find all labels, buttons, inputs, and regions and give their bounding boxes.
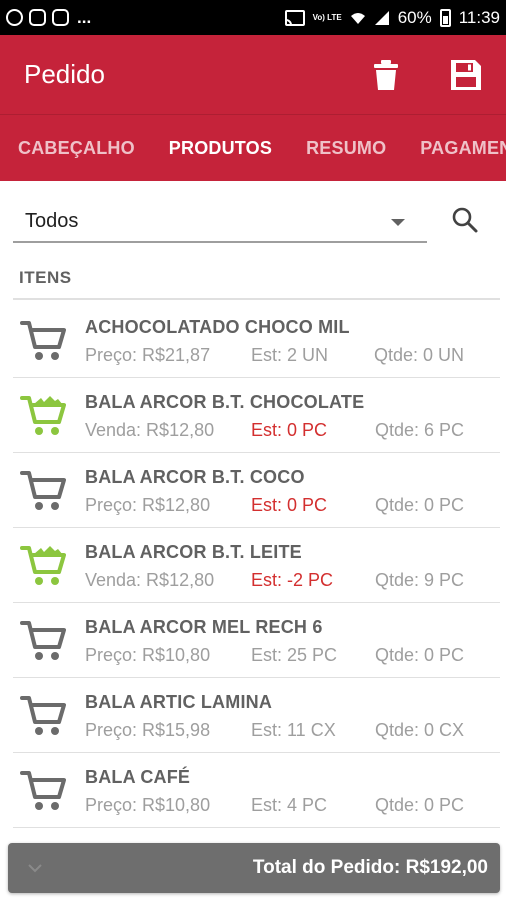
app-bar: Pedido <box>0 35 506 114</box>
cart-empty-icon <box>19 465 69 515</box>
product-quantity: Qtde: 0 UN <box>373 345 464 365</box>
search-icon <box>452 207 478 233</box>
product-name: BALA CAFÉ <box>85 767 191 787</box>
list-item[interactable]: BALA ARCOR B.T. LEITE Venda: R$12,80 Est: … <box>13 528 500 603</box>
trash-icon <box>374 59 398 90</box>
product-price: Preço: R$12,80 <box>85 495 211 515</box>
save-button[interactable] <box>446 55 486 95</box>
product-stock: Est: 11 CX <box>251 720 336 740</box>
cast-icon <box>284 9 305 26</box>
tab-produtos[interactable]: PRODUTOS <box>135 138 272 159</box>
page-title: Pedido <box>24 59 105 89</box>
order-total-bar[interactable]: Total do Pedido: R$192,00 <box>8 843 500 893</box>
product-stock: Est: -2 PC <box>251 570 334 590</box>
instagram-icon <box>52 9 69 26</box>
divider <box>13 298 500 300</box>
dropdown-value: Todos <box>25 210 79 232</box>
volte-indicator: Vo) LTE <box>312 12 342 22</box>
product-name: BALA ARTIC LAMINA <box>85 692 273 712</box>
tab-pagamento[interactable]: PAGAMEN <box>386 138 506 159</box>
list-item[interactable]: BALA CAFÉ Preço: R$10,80 Est: 4 PC Qtde: 0 … <box>13 753 500 828</box>
product-price: Venda: R$12,80 <box>85 570 215 590</box>
wifi-icon <box>350 12 365 24</box>
product-quantity: Qtde: 0 PC <box>374 795 464 815</box>
cart-empty-icon <box>19 690 69 740</box>
product-price: Preço: R$21,87 <box>85 345 211 365</box>
product-stock: Est: 4 PC <box>251 795 328 815</box>
cart-full-icon <box>19 540 69 590</box>
chevron-down-icon[interactable] <box>26 859 44 877</box>
tab-resumo[interactable]: RESUMO <box>272 138 386 159</box>
product-name: ACHOCOLATADO CHOCO MIL <box>85 317 350 337</box>
cart-empty-icon <box>19 615 69 665</box>
product-name: BALA ARCOR B.T. CHOCOLATE <box>85 392 365 412</box>
product-list: ACHOCOLATADO CHOCO MIL Preço: R$21,87 Est:… <box>0 303 506 848</box>
category-dropdown[interactable]: Todos <box>13 195 427 243</box>
whatsapp-icon <box>6 9 23 26</box>
cart-full-icon <box>19 390 69 440</box>
instagram-icon <box>29 9 46 26</box>
filter-row: Todos <box>0 195 506 247</box>
product-price: Preço: R$10,80 <box>85 795 211 815</box>
delete-button[interactable] <box>366 55 406 95</box>
product-stock: Est: 25 PC <box>251 645 338 665</box>
cart-empty-icon <box>19 765 69 815</box>
more-notifications: ... <box>77 7 92 27</box>
search-button[interactable] <box>448 203 482 237</box>
product-name: BALA ARCOR B.T. COCO <box>85 467 305 487</box>
product-price: Venda: R$12,80 <box>85 420 215 440</box>
signal-icon <box>374 10 389 25</box>
order-total-label: Total do Pedido: R$192,00 <box>252 857 488 878</box>
dropdown-caret-icon <box>391 219 405 226</box>
clock: 11:39 <box>458 7 500 27</box>
list-item[interactable]: ACHOCOLATADO CHOCO MIL Preço: R$21,87 Est:… <box>13 303 500 378</box>
product-stock: Est: 0 PC <box>251 420 328 440</box>
product-quantity: Qtde: 6 PC <box>374 420 464 440</box>
product-name: BALA ARCOR B.T. LEITE <box>85 542 302 562</box>
battery-icon <box>439 8 451 27</box>
product-quantity: Qtde: 9 PC <box>374 570 464 590</box>
product-price: Preço: R$10,80 <box>85 645 211 665</box>
section-title: ITENS <box>19 268 72 287</box>
product-stock: Est: 2 UN <box>251 345 329 365</box>
product-quantity: Qtde: 0 PC <box>374 495 464 515</box>
product-stock: Est: 0 PC <box>251 495 328 515</box>
list-item[interactable]: BALA ARCOR B.T. COCO Preço: R$12,80 Est: 0… <box>13 453 500 528</box>
list-item[interactable]: BALA ARCOR B.T. CHOCOLATE Venda: R$12,80 E… <box>13 378 500 453</box>
list-item[interactable]: BALA ARTIC LAMINA Preço: R$15,98 Est: 11 C… <box>13 678 500 753</box>
floppy-disk-icon <box>451 59 481 90</box>
product-quantity: Qtde: 0 CX <box>374 720 464 740</box>
product-name: BALA ARCOR MEL RECH 6 <box>85 617 323 637</box>
battery-percent: 60% <box>397 7 432 27</box>
cart-empty-icon <box>19 315 69 365</box>
product-quantity: Qtde: 0 PC <box>374 645 464 665</box>
tab-bar: CABEÇALHO PRODUTOS RESUMO PAGAMEN <box>0 114 506 181</box>
tab-cabecalho[interactable]: CABEÇALHO <box>0 138 135 159</box>
product-price: Preço: R$15,98 <box>85 720 211 740</box>
list-item[interactable]: BALA ARCOR MEL RECH 6 Preço: R$10,80 Est: … <box>13 603 500 678</box>
status-bar: ... Vo) LTE 60% 11:39 <box>0 0 506 35</box>
